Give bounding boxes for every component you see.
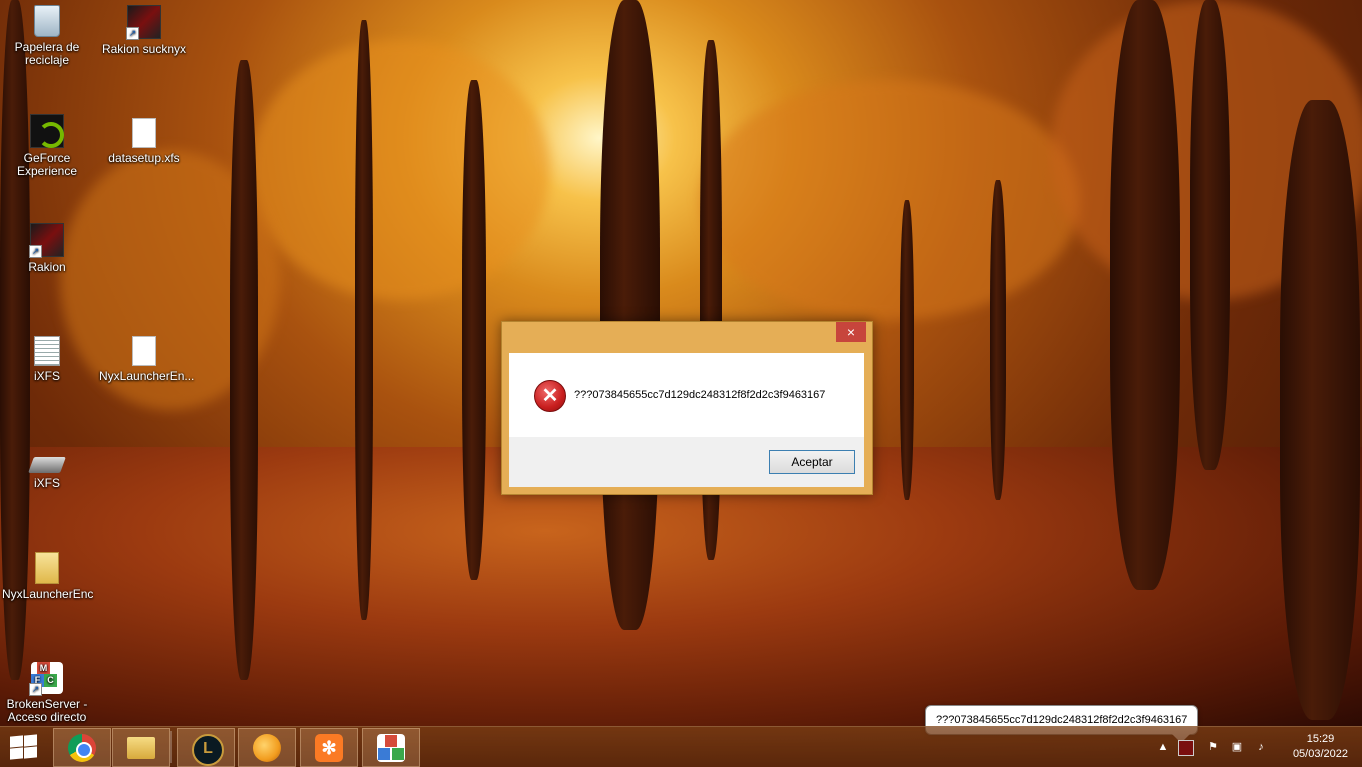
ok-button[interactable]: Aceptar <box>769 450 855 474</box>
taskbar-chrome[interactable] <box>53 728 111 767</box>
taskbar: L ✻ ▲ ⚑ ▣ ♪ 15:29 05/03/2022 <box>0 726 1362 767</box>
show-hidden-icons-icon[interactable]: ▲ <box>1156 740 1170 754</box>
close-button[interactable]: × <box>836 322 866 342</box>
clock[interactable]: 15:29 05/03/2022 <box>1293 732 1348 762</box>
start-button[interactable] <box>8 734 38 760</box>
rakion-icon <box>29 223 64 258</box>
desktop-icon-ixfs-drive[interactable]: iXFS <box>2 445 92 490</box>
league-of-legends-icon: L <box>192 734 224 766</box>
error-dialog: × ✕ ???073845655cc7d129dc248312f8f2d2c3f… <box>501 321 873 495</box>
taskbar-separator <box>170 731 172 763</box>
text-file-icon <box>34 336 60 366</box>
clock-time: 15:29 <box>1306 733 1335 745</box>
desktop-icon-label: iXFS <box>33 369 60 383</box>
folder-icon <box>127 737 155 759</box>
volume-icon[interactable]: ♪ <box>1254 740 1268 754</box>
desktop-icon-ixfs-text[interactable]: iXFS <box>2 336 92 383</box>
desktop-icon-nyxlauncher-folder[interactable]: NyxLauncherEnc <box>2 552 94 601</box>
clock-date: 05/03/2022 <box>1292 748 1348 760</box>
desktop-icon-label: BrokenServer - Acceso directo <box>6 697 88 724</box>
taskbar-xampp[interactable]: ✻ <box>300 728 358 767</box>
desktop-icon-rakion[interactable]: Rakion <box>2 223 92 274</box>
desktop-icon-recycle-bin[interactable]: Papelera de reciclaje <box>2 5 92 67</box>
desktop-icon-brokenserver[interactable]: M F C BrokenServer - Acceso directo <box>2 662 92 724</box>
taskbar-orange-app[interactable] <box>238 728 296 767</box>
file-icon <box>132 118 156 148</box>
desktop-icon-label: GeForce Experience <box>16 151 78 178</box>
recycle-bin-icon <box>34 5 60 37</box>
app-tray-icon[interactable] <box>1178 740 1194 756</box>
desktop-icon-geforce-experience[interactable]: GeForce Experience <box>2 114 92 178</box>
desktop-icon-label: Rakion sucknyx <box>101 42 187 56</box>
desktop-icon-label: Papelera de reciclaje <box>14 40 80 67</box>
desktop-icon-label: NyxLauncherEn... <box>99 369 195 383</box>
network-icon[interactable]: ▣ <box>1230 740 1244 754</box>
dialog-body: ✕ ???073845655cc7d129dc248312f8f2d2c3f94… <box>509 353 864 487</box>
app-icon <box>253 734 281 762</box>
chrome-icon <box>68 734 96 762</box>
desktop-icon-nyxlauncher-file[interactable]: NyxLauncherEn... <box>99 336 195 383</box>
desktop-icon-label: NyxLauncherEnc <box>2 587 94 601</box>
error-icon: ✕ <box>534 380 566 412</box>
desktop-icon-label: iXFS <box>33 476 60 490</box>
desktop-icon-label: datasetup.xfs <box>108 151 180 165</box>
desktop-icon-datasetup[interactable]: datasetup.xfs <box>99 118 189 165</box>
drive-icon <box>28 457 66 473</box>
system-tray: ▲ ⚑ ▣ ♪ 15:29 05/03/2022 <box>1142 727 1362 767</box>
mfc-icon <box>377 734 405 762</box>
mfc-icon: M F C <box>29 662 63 696</box>
dialog-footer: Aceptar <box>509 437 864 487</box>
file-icon <box>132 336 156 366</box>
rakion-icon <box>126 5 161 40</box>
action-center-flag-icon[interactable]: ⚑ <box>1206 740 1220 754</box>
nvidia-icon <box>30 114 64 148</box>
folder-icon <box>35 552 59 584</box>
desktop-icon-label: Rakion <box>28 260 66 274</box>
dialog-message: ???073845655cc7d129dc248312f8f2d2c3f9463… <box>574 389 826 401</box>
taskbar-file-explorer[interactable] <box>112 728 170 767</box>
xampp-icon: ✻ <box>315 734 343 762</box>
dialog-message-area: ✕ ???073845655cc7d129dc248312f8f2d2c3f94… <box>509 353 864 437</box>
taskbar-league-of-legends[interactable]: L <box>177 728 235 767</box>
taskbar-mfc-app[interactable] <box>362 728 420 767</box>
desktop-icon-rakion-sucknyx[interactable]: Rakion sucknyx <box>99 5 189 56</box>
